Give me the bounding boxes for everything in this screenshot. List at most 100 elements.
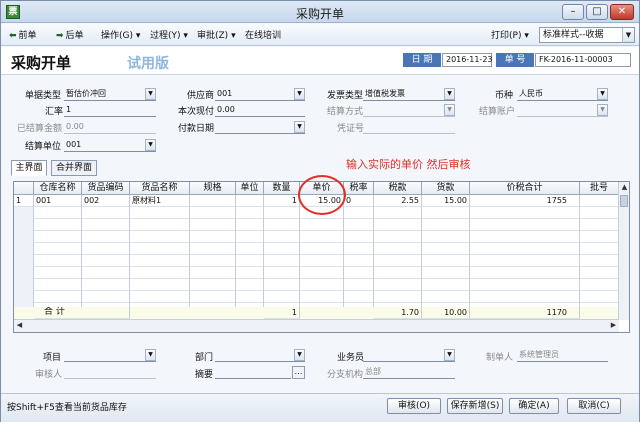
chevron-down-icon: ▾ <box>524 31 529 41</box>
maximize-button[interactable]: □ <box>586 4 608 20</box>
row-header-corner <box>14 182 34 195</box>
status-hint: 按Shift+F5查看当前货品库存 <box>7 403 127 413</box>
settle-account-label: 结算账户 <box>479 107 516 117</box>
settle-unit-label: 结算单位 <box>25 142 62 152</box>
maximize-icon: □ <box>592 6 602 17</box>
grid-horizontal-scrollbar[interactable]: ◀ ▶ <box>14 319 619 332</box>
col-item-name[interactable]: 货品名称 <box>130 182 190 195</box>
arrow-right-icon: ➡ <box>56 31 64 41</box>
next-bill-button[interactable]: ➡ 后单 <box>56 28 84 41</box>
print-menu[interactable]: 打印(P) ▾ <box>491 28 529 41</box>
toolbar: ⬅ 前单 ➡ 后单 操作(G) ▾ 过程(Y) ▾ 审批(Z) ▾ 在线培训 打印(… <box>1 24 639 46</box>
settled-amount-label: 已结算金额 <box>17 124 63 134</box>
col-warehouse[interactable]: 仓库名称 <box>34 182 82 195</box>
col-batch[interactable]: 批号 <box>580 182 619 195</box>
pay-date-label: 付款日期 <box>178 124 215 134</box>
cash-field[interactable]: 0.00 <box>215 103 305 117</box>
auditor-label: 审核人 <box>35 370 63 380</box>
chevron-down-icon: ▼ <box>444 88 455 100</box>
cell-item-name[interactable]: 原材料1 <box>130 195 190 207</box>
prev-bill-button[interactable]: ⬅ 前单 <box>9 28 37 41</box>
purchase-window: 票 采购开单 – □ ✕ ⬅ 前单 ➡ 后单 操作(G) ▾ 过程(Y) ▾ 审批(… <box>0 0 640 422</box>
annotation-circle <box>298 175 346 215</box>
minimize-button[interactable]: – <box>562 4 584 20</box>
grid-vertical-scrollbar[interactable]: ▲ <box>618 182 629 320</box>
cell-unit[interactable] <box>236 195 264 207</box>
online-training-button[interactable]: 在线培训 <box>245 28 281 41</box>
cell-batch[interactable] <box>580 195 619 207</box>
close-button[interactable]: ✕ <box>610 4 634 20</box>
currency-select[interactable]: 人民币 ▼ <box>517 87 608 101</box>
supplier-select[interactable]: 001 ▼ <box>215 87 305 101</box>
tab-main[interactable]: 主界面 <box>11 160 47 176</box>
ok-button[interactable]: 确定(A) <box>509 398 559 414</box>
salesman-select[interactable]: ▼ <box>363 348 455 362</box>
date-field[interactable]: 2016-11-23 <box>442 53 493 67</box>
salesman-label: 业务员 <box>337 353 365 363</box>
currency-label: 币种 <box>495 91 514 101</box>
col-tax[interactable]: 税款 <box>374 182 422 195</box>
chevron-down-icon: ▼ <box>294 121 305 133</box>
summary-row: 合 计 1 1.70 10.00 1170 <box>14 307 619 319</box>
row-header-strip <box>14 207 33 307</box>
settle-method-select[interactable]: ▼ <box>363 103 455 117</box>
bill-no-field[interactable]: FK-2016-11-00003 <box>535 53 631 67</box>
rate-label: 汇率 <box>45 107 64 117</box>
audit-button[interactable]: 审核(O) <box>387 398 441 414</box>
cell-item-code[interactable]: 002 <box>82 195 130 207</box>
project-select[interactable]: ▼ <box>64 348 156 362</box>
chevron-down-icon: ▼ <box>145 88 156 100</box>
settle-method-label: 结算方式 <box>327 107 364 117</box>
maker-label: 制单人 <box>486 353 514 363</box>
tab-merged[interactable]: 合并界面 <box>51 160 97 176</box>
col-tax-rate[interactable]: 税率 <box>344 182 374 195</box>
department-label: 部门 <box>195 353 214 363</box>
col-unit[interactable]: 单位 <box>236 182 264 195</box>
cell-warehouse[interactable]: 001 <box>34 195 82 207</box>
scroll-up-icon[interactable]: ▲ <box>619 182 630 193</box>
chevron-down-icon: ▼ <box>444 349 455 361</box>
col-item-code[interactable]: 货品编码 <box>82 182 130 195</box>
summary-total: 1170 <box>470 307 580 319</box>
col-total[interactable]: 价税合计 <box>470 182 580 195</box>
window-title: 采购开单 <box>295 7 344 21</box>
cell-qty[interactable]: 1 <box>264 195 300 207</box>
page-title: 采购开单 <box>11 54 72 72</box>
print-style-select[interactable]: 标准样式--收据 ▼ <box>539 27 635 43</box>
scroll-right-icon[interactable]: ▶ <box>608 320 619 331</box>
settle-account-select[interactable]: ▼ <box>517 103 608 117</box>
title-bar: 票 采购开单 – □ ✕ <box>1 1 639 23</box>
approve-menu[interactable]: 审批(Z) ▾ <box>197 28 236 41</box>
cell-spec[interactable] <box>190 195 236 207</box>
chevron-down-icon: ▼ <box>622 28 634 42</box>
annotation-text: 输入实际的单价 然后审核 <box>346 158 471 171</box>
col-qty[interactable]: 数量 <box>264 182 300 195</box>
cell-tax-rate[interactable]: 0 <box>344 195 374 207</box>
form-header: 采购开单 试用版 日 期 2016-11-23 单 号 FK-2016-11-0… <box>1 47 639 75</box>
cell-total[interactable]: 1755 <box>470 195 580 207</box>
settle-unit-select[interactable]: 001 ▼ <box>64 138 156 152</box>
cancel-button[interactable]: 取消(C) <box>567 398 621 414</box>
invoice-type-select[interactable]: 增值税发票 ▼ <box>363 87 455 101</box>
scroll-thumb[interactable] <box>620 195 628 207</box>
invoice-type-label: 发票类型 <box>327 91 364 101</box>
bill-type-select[interactable]: 暂估价冲回 ▼ <box>64 87 156 101</box>
ellipsis-button[interactable]: … <box>292 366 305 379</box>
col-spec[interactable]: 规格 <box>190 182 236 195</box>
department-select[interactable]: ▼ <box>215 348 305 362</box>
scroll-left-icon[interactable]: ◀ <box>14 320 25 331</box>
operate-menu[interactable]: 操作(G) ▾ <box>101 28 140 41</box>
voucher-field <box>363 120 455 134</box>
cell-tax[interactable]: 2.55 <box>374 195 422 207</box>
pay-date-select[interactable]: ▼ <box>215 120 305 134</box>
summary-field[interactable] <box>215 365 291 379</box>
chevron-down-icon: ▼ <box>294 88 305 100</box>
col-amount[interactable]: 货款 <box>422 182 470 195</box>
trial-badge: 试用版 <box>127 56 169 72</box>
rate-field[interactable]: 1 <box>64 103 156 117</box>
cell-amount[interactable]: 15.00 <box>422 195 470 207</box>
save-new-button[interactable]: 保存新增(S) <box>447 398 503 414</box>
process-menu[interactable]: 过程(Y) ▾ <box>150 28 188 41</box>
auditor-field <box>64 365 156 379</box>
branch-field: 总部 <box>363 365 455 379</box>
